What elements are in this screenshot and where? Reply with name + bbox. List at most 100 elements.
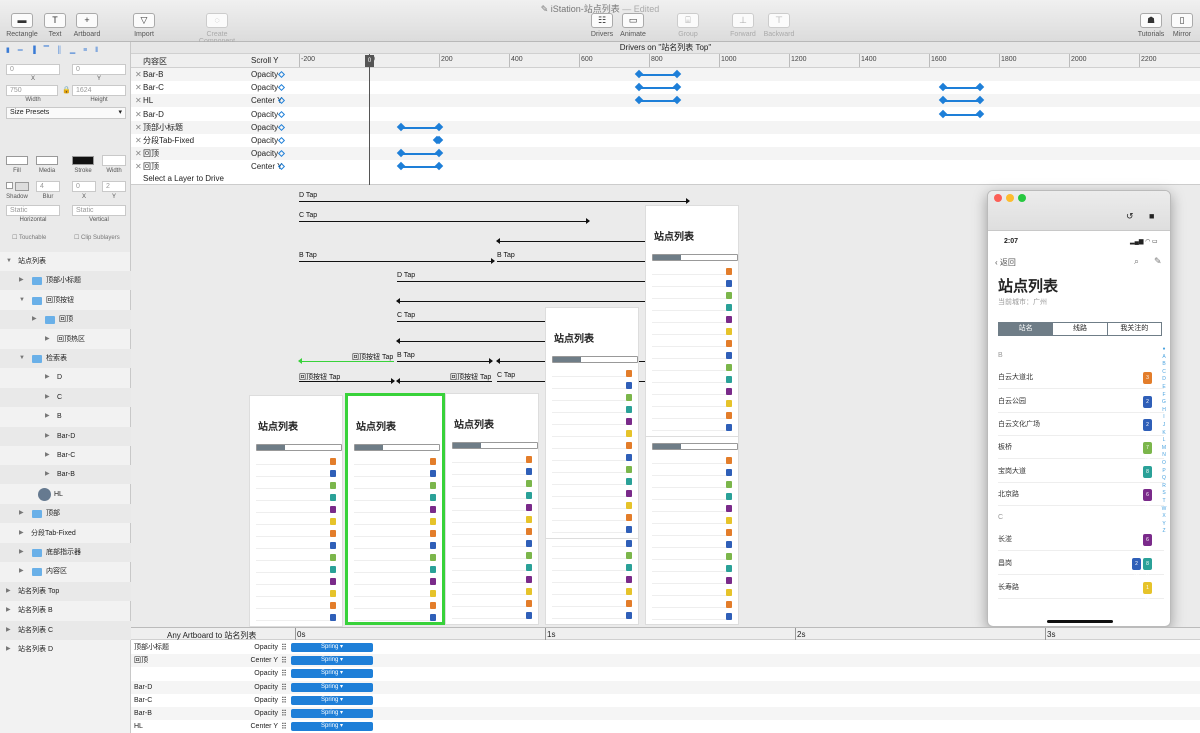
layer-row[interactable]: ▶ Bar-D bbox=[0, 426, 131, 446]
driver-row[interactable]: ✕ Bar-D Opacity bbox=[131, 108, 1200, 121]
layer-row[interactable]: ▶ 站名列表 B bbox=[0, 601, 131, 620]
artboard[interactable]: 站点列表 bbox=[645, 205, 739, 437]
shadow-y-field[interactable]: 2 bbox=[102, 181, 126, 192]
keyframe-diamond[interactable] bbox=[938, 96, 948, 105]
timeline-row[interactable]: Bar-B Opacity ⠿ Spring ▾ bbox=[131, 707, 1200, 720]
disclosure-triangle-icon[interactable]: ▶ bbox=[6, 640, 11, 659]
keyframe-diamond[interactable] bbox=[938, 109, 948, 118]
artboard[interactable]: 站点列表 bbox=[445, 393, 539, 625]
size-presets-select[interactable]: Size Presets ▾ bbox=[6, 107, 126, 119]
transition-arrow[interactable] bbox=[299, 258, 495, 264]
align-icons[interactable]: ▮ ═ ▐ ▔ ║ ▁ ≡ ⦀ bbox=[6, 46, 124, 56]
playhead-marker[interactable]: 0 bbox=[365, 55, 374, 67]
artboard[interactable]: 站点列表 bbox=[249, 395, 343, 627]
driver-row[interactable]: ✕ 分段Tab-Fixed Opacity bbox=[131, 134, 1200, 147]
group-button[interactable]: ⌸ Group bbox=[666, 13, 710, 38]
station-row[interactable]: 白云大道北 3 24 bbox=[998, 367, 1164, 393]
remove-icon[interactable]: ✕ bbox=[135, 68, 142, 81]
layer-row[interactable]: ▼ 检索表 bbox=[0, 349, 131, 368]
timeline-row[interactable]: HL Center Y ⠿ Spring ▾ bbox=[131, 720, 1200, 733]
keyframe-diamond[interactable] bbox=[434, 122, 444, 132]
station-row[interactable]: 白云文化广场 2 20 bbox=[998, 414, 1164, 440]
mirror-button[interactable]: ▯ Mirror bbox=[1160, 13, 1200, 38]
timeline-row[interactable]: 顶部小标题 Opacity ⠿ Spring ▾ bbox=[131, 641, 1200, 654]
clip-sublayers-checkbox[interactable]: ☐ Clip Sublayers bbox=[74, 234, 120, 241]
keyframe-diamond[interactable] bbox=[396, 122, 405, 132]
driver-playhead[interactable] bbox=[369, 54, 370, 185]
disclosure-triangle-icon[interactable]: ▶ bbox=[45, 427, 50, 446]
disclosure-triangle-icon[interactable]: ▶ bbox=[45, 446, 50, 465]
index-letter[interactable]: X bbox=[1160, 513, 1168, 519]
station-row[interactable]: 北京路 6 06 bbox=[998, 484, 1164, 510]
disclosure-triangle-icon[interactable]: ▼ bbox=[6, 252, 12, 271]
remove-icon[interactable]: ✕ bbox=[135, 94, 142, 107]
timeline-row[interactable]: Bar-D Opacity ⠿ Spring ▾ bbox=[131, 680, 1200, 694]
edit-icon[interactable]: ✎ bbox=[1154, 256, 1162, 267]
layer-row[interactable]: ▶ 站名列表 D bbox=[0, 640, 131, 659]
layer-row[interactable]: ▶ 站名列表 C bbox=[0, 620, 131, 640]
driver-source-layer[interactable]: 内容区 bbox=[143, 56, 167, 67]
video-icon[interactable]: ■ bbox=[1149, 211, 1154, 221]
disclosure-triangle-icon[interactable]: ▶ bbox=[19, 524, 24, 543]
transition-arrow[interactable] bbox=[397, 278, 688, 284]
keyframe-diamond[interactable] bbox=[672, 96, 682, 105]
remove-icon[interactable]: ✕ bbox=[135, 81, 142, 94]
keyframe-diamond[interactable] bbox=[975, 109, 984, 118]
index-letter[interactable]: C bbox=[1160, 369, 1168, 375]
disclosure-triangle-icon[interactable]: ▶ bbox=[19, 562, 24, 581]
driver-row[interactable]: ✕ 回顶 Center Y bbox=[131, 160, 1200, 173]
animate-button[interactable]: ▭ Animate bbox=[611, 13, 655, 38]
width-field[interactable]: 750 bbox=[6, 85, 58, 96]
drag-handle-icon[interactable]: ⠿ bbox=[281, 654, 287, 667]
tab-line[interactable]: 线路 bbox=[1052, 323, 1106, 335]
index-letter[interactable]: Y bbox=[1160, 521, 1168, 527]
disclosure-triangle-icon[interactable]: ▶ bbox=[6, 601, 11, 620]
shadow-checkbox[interactable] bbox=[6, 182, 13, 189]
index-letter[interactable]: M bbox=[1160, 445, 1168, 451]
reset-icon[interactable]: ↺ bbox=[1126, 211, 1134, 222]
index-letter[interactable]: A bbox=[1160, 354, 1168, 360]
touchable-checkbox[interactable]: ☐ Touchable bbox=[12, 234, 46, 241]
layer-row[interactable]: ▶ Bar-C bbox=[0, 446, 131, 465]
keyframe-diamond[interactable] bbox=[672, 82, 682, 92]
stroke-swatch[interactable] bbox=[72, 156, 94, 165]
station-row[interactable]: 昌岗 2 09 8 11 bbox=[998, 553, 1164, 579]
index-letter[interactable]: H bbox=[1160, 407, 1168, 413]
keyframe-diamond[interactable] bbox=[396, 162, 405, 171]
remove-icon[interactable]: ✕ bbox=[135, 121, 142, 134]
index-letter[interactable]: B bbox=[1160, 361, 1168, 367]
shadow-swatch[interactable] bbox=[15, 182, 29, 191]
layer-row[interactable]: ▶ Bar-B bbox=[0, 465, 131, 485]
keyframe-diamond[interactable] bbox=[434, 148, 444, 158]
spring-curve[interactable]: Spring ▾ bbox=[291, 656, 373, 666]
driver-row[interactable]: ✕ 回顶 Opacity bbox=[131, 147, 1200, 161]
layer-row[interactable]: ▶ 顶部小标题 bbox=[0, 271, 131, 291]
remove-icon[interactable]: ✕ bbox=[135, 147, 142, 160]
blur-field[interactable]: 4 bbox=[36, 181, 60, 192]
disclosure-triangle-icon[interactable]: ▶ bbox=[19, 271, 24, 290]
timeline-row[interactable]: Opacity ⠿ Spring ▾ bbox=[131, 667, 1200, 680]
station-row[interactable]: 板桥 7 08 bbox=[998, 437, 1164, 463]
layer-row[interactable]: ▶ 内容区 bbox=[0, 562, 131, 581]
station-row[interactable]: 宝岗大道 8 18 bbox=[998, 461, 1164, 487]
keyframe-diamond[interactable] bbox=[634, 82, 643, 92]
driver-range-bar[interactable] bbox=[638, 74, 677, 76]
disclosure-triangle-icon[interactable]: ▶ bbox=[19, 504, 24, 523]
layer-row[interactable]: ▼ 回顶按钮 bbox=[0, 291, 131, 310]
minimize-window-button[interactable] bbox=[1006, 194, 1014, 202]
driver-row[interactable]: ✕ Bar-C Opacity bbox=[131, 81, 1200, 94]
keyframe-add-icon[interactable] bbox=[277, 110, 286, 118]
disclosure-triangle-icon[interactable]: ▶ bbox=[6, 621, 11, 640]
fill-swatch[interactable] bbox=[6, 156, 28, 165]
index-letter[interactable]: Q bbox=[1160, 475, 1168, 481]
timeline-row[interactable]: Bar-C Opacity ⠿ Spring ▾ bbox=[131, 694, 1200, 707]
layer-row[interactable]: ▶ 站名列表 Top bbox=[0, 581, 131, 601]
keyframe-add-icon[interactable] bbox=[277, 150, 286, 158]
index-letter[interactable]: E bbox=[1160, 384, 1168, 390]
keyframe-diamond[interactable] bbox=[975, 82, 984, 92]
tab-station[interactable]: 站名 bbox=[999, 323, 1053, 335]
keyframe-diamond[interactable] bbox=[672, 69, 682, 79]
layer-row[interactable]: ▶HL bbox=[0, 485, 131, 504]
driver-range-bar[interactable] bbox=[638, 87, 677, 90]
drag-handle-icon[interactable]: ⠿ bbox=[281, 641, 287, 654]
